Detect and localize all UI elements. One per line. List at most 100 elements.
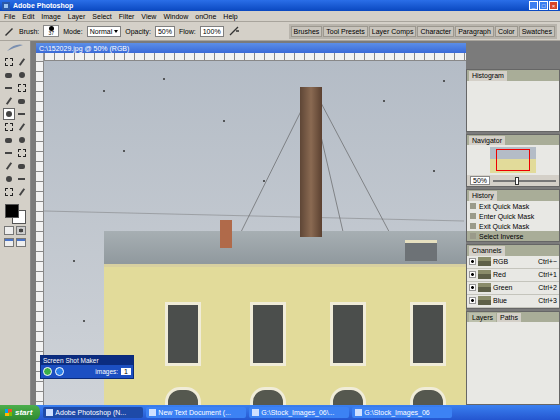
navigator-thumbnail[interactable] (490, 147, 536, 173)
screen-mode-icon[interactable] (4, 238, 14, 247)
tool-button[interactable] (16, 173, 28, 185)
window-controls: _□× (529, 1, 558, 10)
capture-icon[interactable] (43, 367, 52, 376)
channel-list: RGB Ctrl+~ Red Ctrl+1 Green Ctrl+2 Blue … (467, 256, 559, 308)
tool-button[interactable] (16, 147, 28, 159)
eye-icon[interactable] (469, 258, 476, 265)
window-control-button[interactable]: _ (529, 1, 538, 10)
view-box[interactable] (496, 149, 530, 171)
tool-button[interactable] (3, 160, 15, 172)
zoom-value[interactable]: 50% (470, 176, 490, 185)
history-item[interactable]: Select Inverse (467, 231, 559, 241)
mode-dropdown[interactable]: Normal (87, 26, 122, 37)
menu-item[interactable]: Select (92, 13, 111, 20)
standard-mode-icon[interactable] (4, 226, 14, 235)
settings-icon[interactable] (55, 367, 64, 376)
tool-button[interactable] (3, 147, 15, 159)
menu-item[interactable]: Image (41, 13, 60, 20)
menu-item[interactable]: View (141, 13, 156, 20)
channel-row[interactable]: Red Ctrl+1 (467, 269, 559, 282)
screen-mode-icon[interactable] (16, 238, 26, 247)
quick-mask-icon[interactable] (16, 226, 26, 235)
screen-shot-maker-window[interactable]: Screen Shot Maker images: 1 (40, 355, 134, 379)
taskbar-button[interactable]: G:\Stock_Images_06 (352, 407, 452, 418)
tool-button[interactable] (16, 160, 28, 172)
start-button[interactable]: start (0, 405, 40, 420)
tool-button[interactable] (16, 108, 28, 120)
menu-item[interactable]: Window (163, 13, 188, 20)
navigator-panel: Navigator 50% (466, 134, 560, 188)
history-item[interactable]: Exit Quick Mask (467, 221, 559, 231)
menu-item[interactable]: File (4, 13, 15, 20)
tool-icon (5, 58, 13, 66)
layers-tab[interactable]: Paths (497, 313, 521, 323)
palette-well-tab[interactable]: Tool Presets (323, 26, 368, 37)
eye-icon[interactable] (469, 297, 476, 304)
taskbar-button[interactable]: G:\Stock_Images_06\... (249, 407, 349, 418)
eye-icon[interactable] (469, 271, 476, 278)
mask-modes (4, 226, 26, 235)
menu-item[interactable]: Help (223, 13, 237, 20)
zoom-slider[interactable] (493, 180, 556, 182)
tool-button[interactable] (3, 186, 15, 198)
airbrush-icon[interactable] (228, 25, 240, 37)
palette-well-tab[interactable]: Color (495, 26, 518, 37)
menu-item[interactable]: Layer (68, 13, 86, 20)
taskbar-button[interactable]: New Text Document (... (146, 407, 246, 418)
palette-well-tab[interactable]: Swatches (519, 26, 555, 37)
panel-header: History (467, 190, 559, 201)
histogram-tab[interactable]: Histogram (469, 71, 507, 81)
history-panel: History Exit Quick Mask Enter Quick Mask… (466, 189, 560, 242)
history-tab[interactable]: History (469, 191, 497, 201)
tool-icon (6, 176, 12, 182)
tool-button[interactable] (16, 82, 28, 94)
photoshop-screen: Adobe Photoshop _□× FileEditImageLayerSe… (0, 0, 560, 420)
tool-button[interactable] (3, 82, 15, 94)
palettes: Histogram Navigator 50% History Exit Qui… (466, 41, 560, 405)
dropdown-arrow-icon (114, 30, 118, 33)
history-item[interactable]: Enter Quick Mask (467, 211, 559, 221)
tool-button[interactable] (3, 108, 15, 120)
history-state-icon (470, 223, 476, 229)
window-control-button[interactable]: × (549, 1, 558, 10)
layers-tab[interactable]: Layers (469, 313, 496, 323)
tool-button[interactable] (16, 134, 28, 146)
tool-button[interactable] (16, 121, 28, 133)
channel-row[interactable]: Blue Ctrl+3 (467, 295, 559, 308)
palette-well-tab[interactable]: Brushes (291, 26, 323, 37)
palette-well-tab[interactable]: Paragraph (455, 26, 494, 37)
brush-tool-icon[interactable] (3, 25, 15, 37)
opacity-field[interactable]: 50% (155, 26, 175, 37)
slider-knob[interactable] (515, 177, 519, 185)
foreground-color-swatch[interactable] (5, 204, 19, 218)
photo[interactable] (44, 61, 466, 405)
channel-thumbnail (478, 296, 491, 305)
tool-button[interactable] (3, 95, 15, 107)
tool-button[interactable] (3, 173, 15, 185)
palette-well-tab[interactable]: Layer Comps (369, 26, 417, 37)
menu-item[interactable]: onOne (195, 13, 216, 20)
tool-button[interactable] (3, 69, 15, 81)
tool-button[interactable] (16, 56, 28, 68)
tool-button[interactable] (3, 134, 15, 146)
tool-button[interactable] (3, 121, 15, 133)
palette-well-tab[interactable]: Character (417, 26, 454, 37)
channel-row[interactable]: Green Ctrl+2 (467, 282, 559, 295)
flow-field[interactable]: 100% (200, 26, 224, 37)
window-control-button[interactable]: □ (539, 1, 548, 10)
channel-row[interactable]: RGB Ctrl+~ (467, 256, 559, 269)
history-item[interactable]: Exit Quick Mask (467, 201, 559, 211)
tool-button[interactable] (16, 69, 28, 81)
navigator-tab[interactable]: Navigator (469, 136, 505, 146)
tool-button[interactable] (16, 95, 28, 107)
tool-button[interactable] (16, 186, 28, 198)
channels-tab[interactable]: Channels (469, 246, 505, 256)
app-icon (46, 409, 53, 416)
brush-picker[interactable]: 37 (43, 25, 59, 37)
tool-button[interactable] (3, 56, 15, 68)
menu-item[interactable]: Edit (22, 13, 34, 20)
taskbar-button[interactable]: Adobe Photoshop (N... (43, 407, 143, 418)
menu-item[interactable]: Filter (119, 13, 135, 20)
eye-icon[interactable] (469, 284, 476, 291)
panel-header: Channels (467, 245, 559, 256)
